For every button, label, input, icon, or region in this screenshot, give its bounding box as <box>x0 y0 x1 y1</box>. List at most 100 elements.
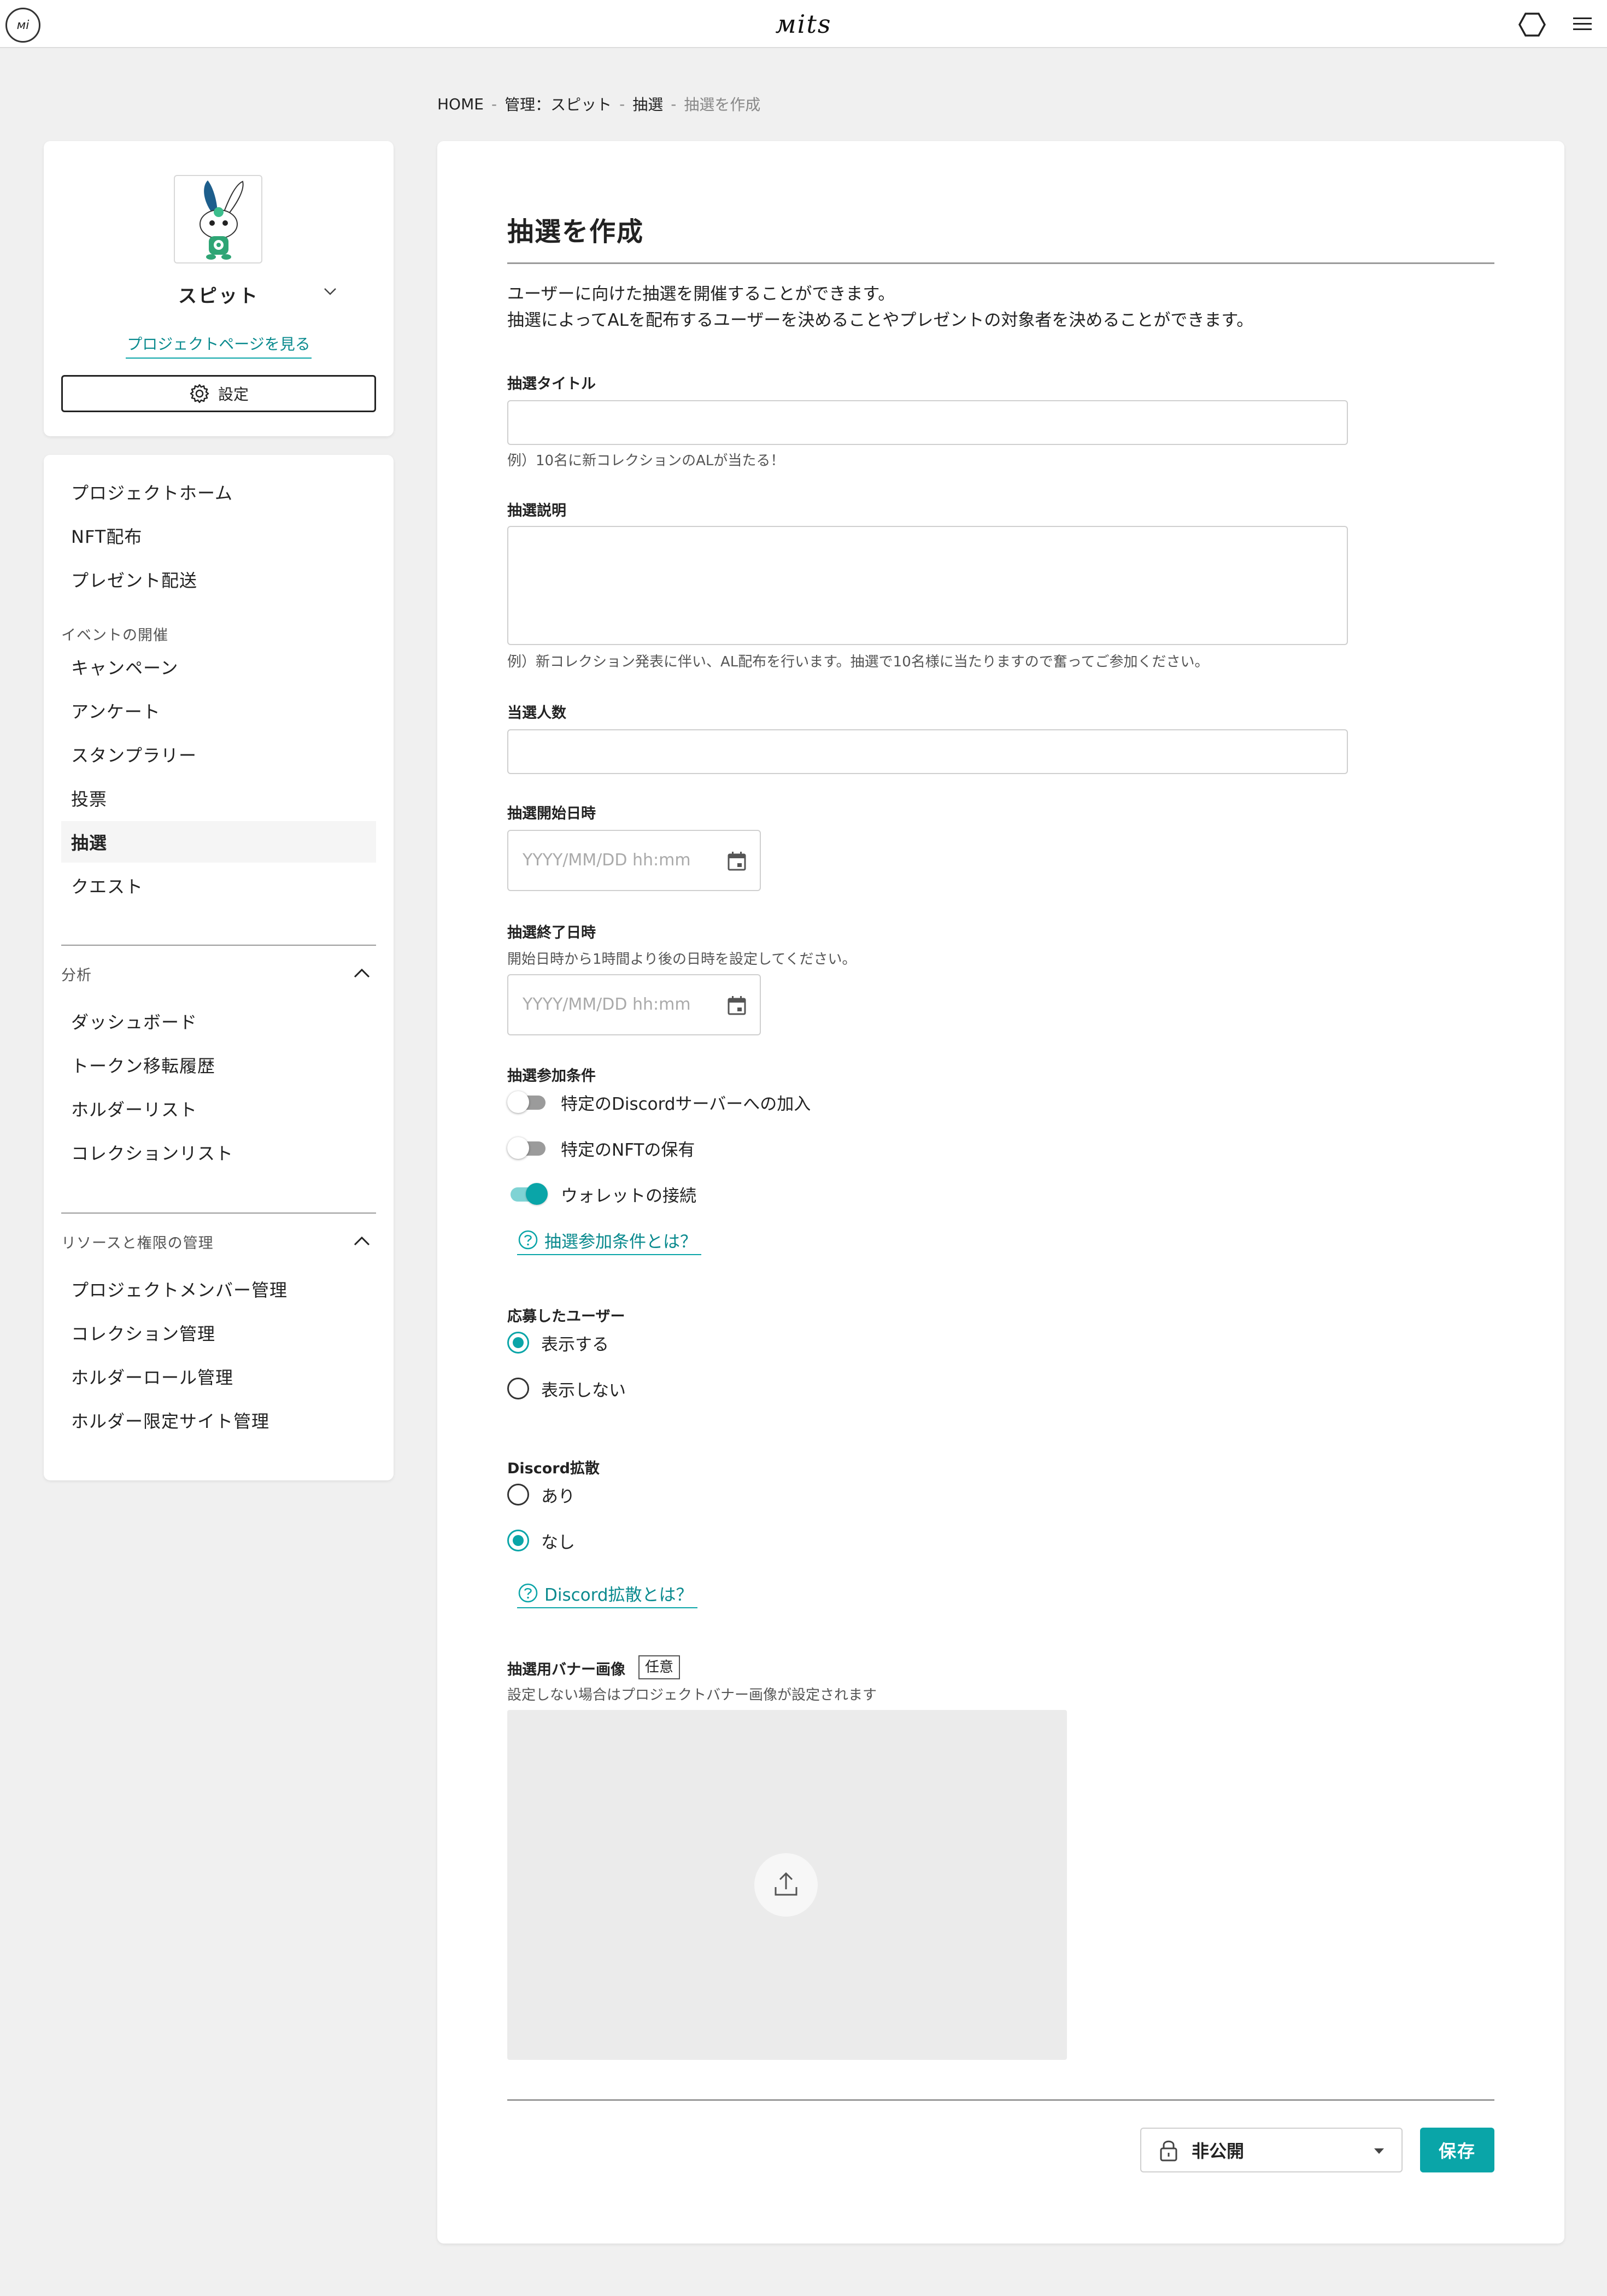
winners-count-label: 当選人数 <box>507 705 566 722</box>
sidebar-item-campaign[interactable]: キャンペーン <box>61 646 376 688</box>
discord-spread-label: Discord拡散 <box>507 1460 600 1477</box>
sidebar-item-holder-list[interactable]: ホルダーリスト <box>61 1088 376 1129</box>
sidebar-section-events: イベントの開催 <box>61 627 168 644</box>
start-datetime-placeholder: YYYY/MM/DD hh:mm <box>523 851 691 870</box>
applicants-show-label: 表示する <box>541 1334 609 1355</box>
hamburger-menu-icon[interactable] <box>1572 15 1593 33</box>
discord-spread-help-label: Discord拡散とは？ <box>544 1585 693 1605</box>
mits-logo-icon[interactable]: мі <box>5 8 40 43</box>
sidebar-item-project-home[interactable]: プロジェクトホーム <box>61 471 376 513</box>
condition-wallet-row[interactable]: ウォレットの接続 <box>507 1179 696 1209</box>
applicants-hide-radio[interactable] <box>507 1378 529 1399</box>
chevron-up-icon[interactable] <box>352 967 372 980</box>
sidebar-item-holder-only-site[interactable]: ホルダー限定サイト管理 <box>61 1399 376 1441</box>
hexagon-icon[interactable] <box>1518 12 1546 37</box>
toggle-knob <box>507 1137 529 1159</box>
discord-spread-help-link[interactable]: Discord拡散とは？ <box>517 1579 697 1608</box>
chevron-up-icon[interactable] <box>352 1234 372 1247</box>
lottery-description-textarea[interactable] <box>507 526 1348 645</box>
breadcrumb-admin[interactable]: 管理：スピット <box>505 93 612 115</box>
start-datetime-label: 抽選開始日時 <box>507 805 596 822</box>
lottery-title-input[interactable] <box>507 400 1348 445</box>
entry-conditions-help-link[interactable]: 抽選参加条件とは？ <box>517 1226 701 1255</box>
breadcrumb-separator: - <box>671 95 677 113</box>
sidebar-item-vote[interactable]: 投票 <box>61 777 376 819</box>
applicants-hide-option[interactable]: 表示しない <box>507 1373 626 1404</box>
applicants-show-radio[interactable] <box>507 1332 529 1354</box>
sidebar-item-lottery[interactable]: 抽選 <box>61 821 376 863</box>
start-datetime-input[interactable]: YYYY/MM/DD hh:mm <box>507 830 761 891</box>
discord-spread-no-option[interactable]: なし <box>507 1525 575 1556</box>
toggle-knob <box>507 1091 529 1113</box>
sidebar-item-holder-roles[interactable]: ホルダーロール管理 <box>61 1356 376 1397</box>
visibility-select[interactable]: 非公開 <box>1140 2128 1403 2172</box>
applicants-hide-label: 表示しない <box>541 1380 626 1401</box>
winners-count-input[interactable] <box>507 729 1348 774</box>
sidebar-nav: プロジェクトホーム NFT配布 プレゼント配送 イベントの開催 キャンペーン ア… <box>44 455 394 1480</box>
caret-down-icon <box>1374 2148 1384 2154</box>
condition-nft-row[interactable]: 特定のNFTの保有 <box>507 1133 695 1163</box>
lottery-form-card: 抽選を作成 ユーザーに向けた抽選を開催することができます。 抽選によってALを配… <box>437 141 1564 2244</box>
applicants-visibility-label: 応募したユーザー <box>507 1308 625 1325</box>
lottery-description-label: 抽選説明 <box>507 502 566 519</box>
question-circle-icon <box>518 1230 538 1250</box>
sidebar-section-resources[interactable]: リソースと権限の管理 <box>61 1231 214 1252</box>
footer-divider <box>507 2099 1494 2101</box>
lottery-description-hint: 例）新コレクション発表に伴い、AL配布を行います。抽選で10名様に当たりますので… <box>507 654 1209 670</box>
sidebar-item-collection-list[interactable]: コレクションリスト <box>61 1132 376 1173</box>
sidebar-divider <box>61 945 376 946</box>
banner-image-label: 抽選用バナー画像 <box>507 1661 625 1678</box>
sidebar-divider <box>61 1213 376 1214</box>
breadcrumb-home[interactable]: HOME <box>437 95 484 113</box>
sidebar-item-project-members[interactable]: プロジェクトメンバー管理 <box>61 1268 376 1310</box>
calendar-icon[interactable] <box>725 994 749 1018</box>
applicants-show-option[interactable]: 表示する <box>507 1327 609 1358</box>
sidebar-section-analytics[interactable]: 分析 <box>61 963 92 985</box>
lock-icon <box>1160 2140 1177 2162</box>
title-divider <box>507 262 1494 264</box>
discord-spread-yes-option[interactable]: あり <box>507 1479 575 1510</box>
discord-spread-no-radio[interactable] <box>507 1530 529 1551</box>
condition-discord-row[interactable]: 特定のDiscordサーバーへの加入 <box>507 1087 811 1117</box>
sidebar-item-dashboard[interactable]: ダッシュボード <box>61 1000 376 1042</box>
sidebar-item-token-transfer-history[interactable]: トークン移転履歴 <box>61 1044 376 1086</box>
end-datetime-input[interactable]: YYYY/MM/DD hh:mm <box>507 974 761 1035</box>
save-button[interactable]: 保存 <box>1420 2128 1494 2172</box>
breadcrumb-lottery[interactable]: 抽選 <box>632 93 663 115</box>
sidebar-item-stamp-rally[interactable]: スタンプラリー <box>61 734 376 775</box>
question-circle-icon <box>518 1583 538 1603</box>
project-avatar <box>174 175 262 263</box>
breadcrumb-current: 抽選を作成 <box>684 96 761 114</box>
intro-line: 抽選によってALを配布するユーザーを決めることやプレゼントの対象者を決めることが… <box>507 311 1254 330</box>
sidebar-item-collection-management[interactable]: コレクション管理 <box>61 1312 376 1354</box>
banner-upload-area[interactable] <box>507 1710 1067 2060</box>
sidebar-item-nft-distribution[interactable]: NFT配布 <box>61 515 376 557</box>
chevron-down-icon[interactable] <box>321 285 339 298</box>
intro-line: ユーザーに向けた抽選を開催することができます。 <box>507 284 895 304</box>
discord-spread-yes-radio[interactable] <box>507 1484 529 1506</box>
settings-button[interactable]: 設定 <box>61 375 376 412</box>
sidebar-item-quest[interactable]: クエスト <box>61 865 376 906</box>
view-project-page-link[interactable]: プロジェクトページを見る <box>126 332 312 359</box>
sidebar-item-gift-delivery[interactable]: プレゼント配送 <box>61 559 376 600</box>
discord-spread-yes-label: あり <box>541 1486 575 1507</box>
upload-icon <box>775 1872 797 1896</box>
condition-discord-label: 特定のDiscordサーバーへの加入 <box>561 1094 811 1114</box>
end-datetime-placeholder: YYYY/MM/DD hh:mm <box>523 995 691 1014</box>
brand-logo[interactable]: мits <box>765 9 842 39</box>
condition-wallet-label: ウォレットの接続 <box>561 1186 696 1206</box>
upload-button[interactable] <box>754 1853 818 1917</box>
calendar-icon[interactable] <box>725 850 749 874</box>
condition-discord-toggle[interactable] <box>507 1091 547 1113</box>
end-datetime-label: 抽選終了日時 <box>507 924 596 941</box>
sidebar-item-survey[interactable]: アンケート <box>61 690 376 731</box>
breadcrumb-separator: - <box>619 95 625 113</box>
rabbit-mascot-icon <box>200 180 244 260</box>
lottery-title-hint: 例）10名に新コレクションのALが当たる！ <box>507 453 785 469</box>
settings-button-label: 設定 <box>218 385 249 403</box>
lottery-title-label: 抽選タイトル <box>507 376 596 393</box>
condition-wallet-toggle[interactable] <box>507 1183 548 1205</box>
condition-nft-toggle[interactable] <box>507 1137 547 1159</box>
project-name[interactable]: スピット <box>44 281 394 308</box>
visibility-value: 非公開 <box>1192 2141 1245 2162</box>
